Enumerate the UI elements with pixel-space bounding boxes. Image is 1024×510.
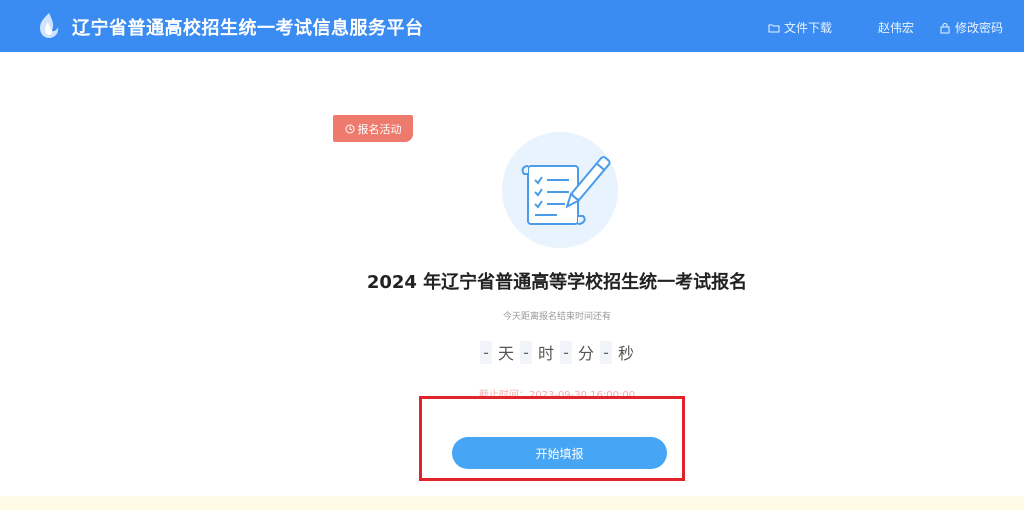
activity-tag-label: 报名活动 xyxy=(357,122,402,136)
flame-logo-icon xyxy=(40,13,59,38)
countdown-hours-unit: 时 xyxy=(537,344,554,363)
countdown-seconds-unit: 秒 xyxy=(618,344,635,363)
countdown-hours-value: - xyxy=(519,340,532,364)
countdown-minutes-unit: 分 xyxy=(578,344,595,363)
countdown-days-unit: 天 xyxy=(497,344,514,363)
file-download-label: 文件下载 xyxy=(784,21,833,35)
change-password-label: 修改密码 xyxy=(955,21,1004,35)
countdown-minutes-value: - xyxy=(560,340,572,364)
registration-activity-tag: 报名活动 xyxy=(333,115,413,142)
countdown-timer: - 天 - 时 - 分 - 秒 xyxy=(300,340,814,364)
file-download-link[interactable]: 文件下载 xyxy=(768,19,832,36)
folder-icon xyxy=(768,24,780,32)
footer-strip xyxy=(0,496,1024,510)
clock-icon xyxy=(345,124,354,133)
start-registration-button[interactable]: 开始填报 xyxy=(452,437,667,469)
exam-title: 2024 年辽宁省普通高等学校招生统一考试报名 xyxy=(366,272,748,293)
registration-form-illustration xyxy=(502,132,618,248)
change-password-link[interactable]: 修改密码 xyxy=(939,19,1003,36)
user-name: 赵伟宏 xyxy=(878,21,915,35)
app-title: 辽宁省普通高校招生统一考试信息服务平台 xyxy=(72,18,424,39)
countdown-days-value: - xyxy=(479,340,492,364)
countdown-label: 今天距离报名结束时间还有 xyxy=(502,312,611,322)
user-name-link[interactable]: 赵伟宏 xyxy=(878,19,914,36)
lock-icon xyxy=(940,22,950,33)
countdown-seconds-value: - xyxy=(600,340,613,364)
top-header: 辽宁省普通高校招生统一考试信息服务平台 文件下载 赵伟宏 修改密码 xyxy=(0,0,1024,52)
